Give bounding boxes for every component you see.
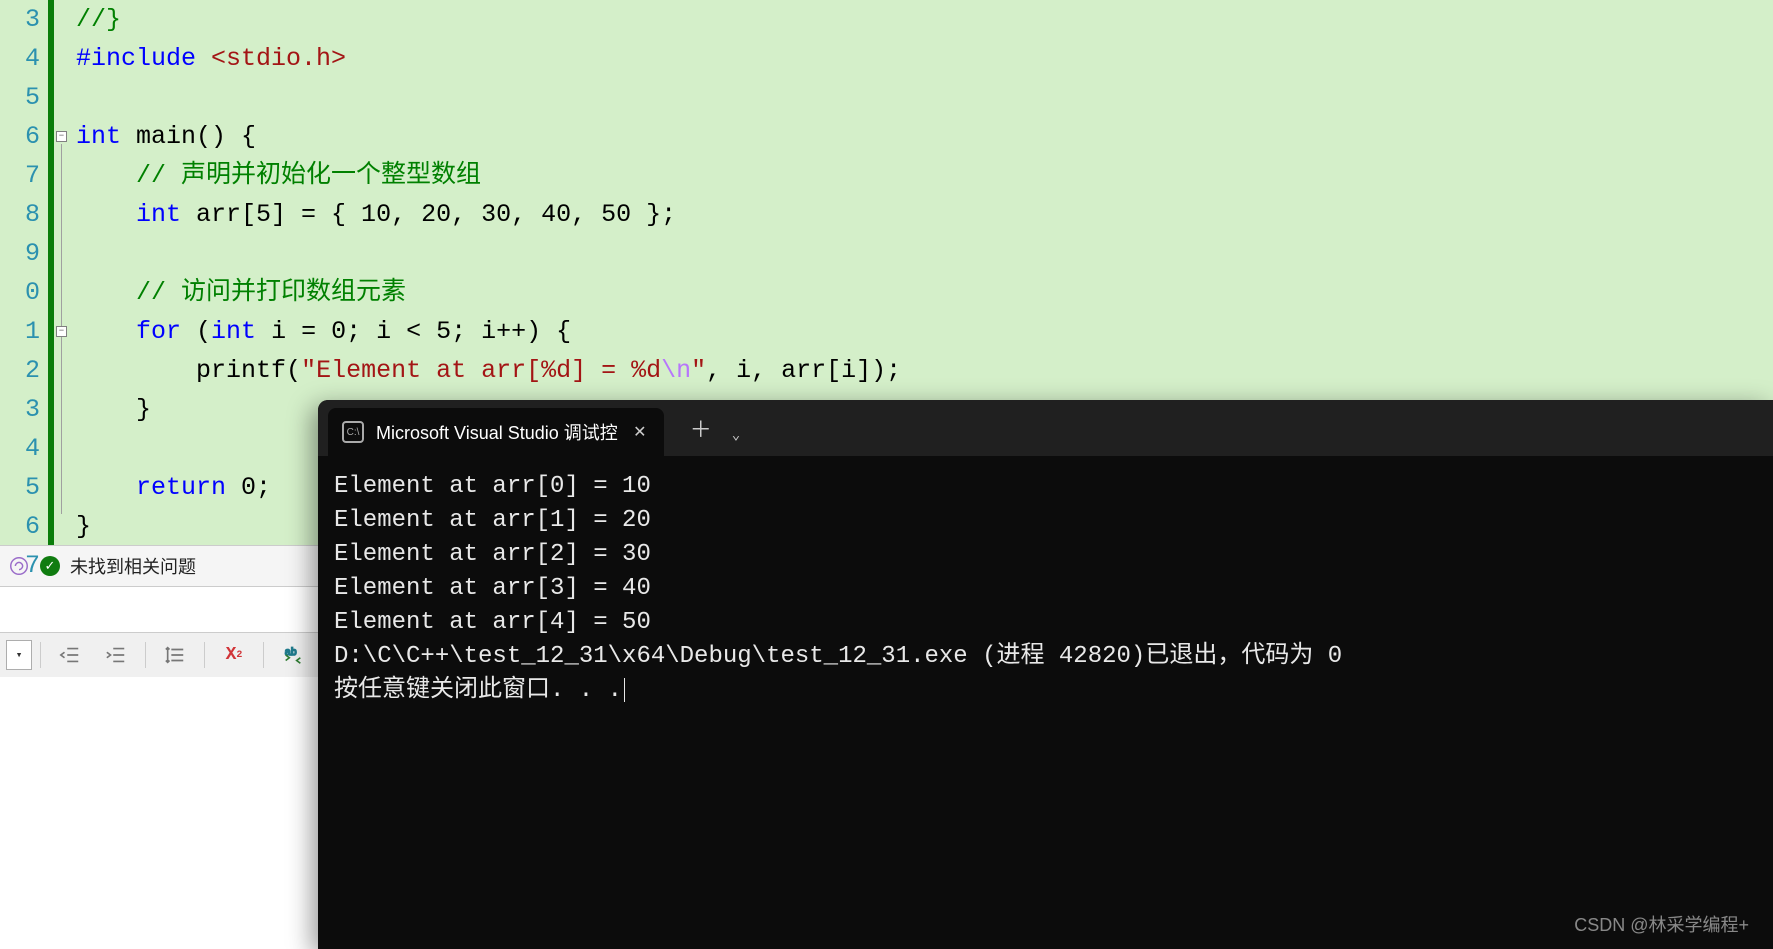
terminal-line: Element at arr[4] = 50 <box>334 606 1757 640</box>
decrease-indent-button[interactable] <box>49 639 91 671</box>
code-line[interactable]: int main() { <box>76 117 1773 156</box>
line-number: 2 <box>0 351 40 390</box>
code-line[interactable]: // 访问并打印数组元素 <box>76 273 1773 312</box>
line-number: 8 <box>0 195 40 234</box>
style-dropdown[interactable]: ▾ <box>6 640 32 670</box>
svg-text:ab: ab <box>285 647 297 659</box>
line-number: 3 <box>0 0 40 39</box>
line-number: 7 <box>0 156 40 195</box>
terminal-tab-title: Microsoft Visual Studio 调试控 <box>376 419 618 445</box>
line-number: 1 <box>0 312 40 351</box>
terminal-line: D:\C\C++\test_12_31\x64\Debug\test_12_31… <box>334 640 1757 674</box>
line-number-gutter: 345678901234567 <box>0 0 48 545</box>
line-number: 7 <box>0 546 40 585</box>
fold-column[interactable]: − − <box>54 0 72 545</box>
terminal-line: Element at arr[2] = 30 <box>334 538 1757 572</box>
fold-toggle-icon[interactable]: − <box>56 326 67 337</box>
code-line[interactable] <box>76 234 1773 273</box>
code-line[interactable]: printf("Element at arr[%d] = %d\n", i, a… <box>76 351 1773 390</box>
line-number: 0 <box>0 273 40 312</box>
code-line[interactable] <box>76 78 1773 117</box>
replace-button[interactable]: ab <box>272 639 314 671</box>
line-number: 6 <box>0 117 40 156</box>
code-line[interactable]: #include <stdio.h> <box>76 39 1773 78</box>
tab-dropdown-button[interactable]: ⌄ <box>732 427 740 456</box>
line-number: 9 <box>0 234 40 273</box>
line-number: 5 <box>0 78 40 117</box>
line-spacing-button[interactable] <box>154 639 196 671</box>
close-icon[interactable]: ✕ <box>630 422 650 442</box>
code-line[interactable]: // 声明并初始化一个整型数组 <box>76 156 1773 195</box>
line-number: 4 <box>0 429 40 468</box>
watermark-text: CSDN @林采学编程+ <box>1574 911 1749 937</box>
check-circle-icon: ✓ <box>40 556 60 576</box>
terminal-window[interactable]: C:\ Microsoft Visual Studio 调试控 ✕ ＋ ⌄ El… <box>318 400 1773 949</box>
line-number: 4 <box>0 39 40 78</box>
terminal-line: Element at arr[1] = 20 <box>334 504 1757 538</box>
increase-indent-button[interactable] <box>95 639 137 671</box>
code-line[interactable]: int arr[5] = { 10, 20, 30, 40, 50 }; <box>76 195 1773 234</box>
terminal-output[interactable]: Element at arr[0] = 10Element at arr[1] … <box>318 456 1773 722</box>
line-number: 5 <box>0 468 40 507</box>
terminal-line: 按任意键关闭此窗口. . . <box>334 674 1757 708</box>
console-icon: C:\ <box>342 421 364 443</box>
terminal-line: Element at arr[3] = 40 <box>334 572 1757 606</box>
terminal-tab-bar: C:\ Microsoft Visual Studio 调试控 ✕ ＋ ⌄ <box>318 400 1773 456</box>
terminal-tab[interactable]: C:\ Microsoft Visual Studio 调试控 ✕ <box>328 408 664 456</box>
fold-toggle-icon[interactable]: − <box>56 131 67 142</box>
code-line[interactable]: //} <box>76 0 1773 39</box>
line-number: 3 <box>0 390 40 429</box>
terminal-cursor <box>624 678 625 702</box>
code-line[interactable]: for (int i = 0; i < 5; i++) { <box>76 312 1773 351</box>
strikethrough-button[interactable]: X2 <box>213 639 255 671</box>
line-number: 6 <box>0 507 40 546</box>
new-tab-button[interactable]: ＋ <box>664 412 732 456</box>
terminal-line: Element at arr[0] = 10 <box>334 470 1757 504</box>
